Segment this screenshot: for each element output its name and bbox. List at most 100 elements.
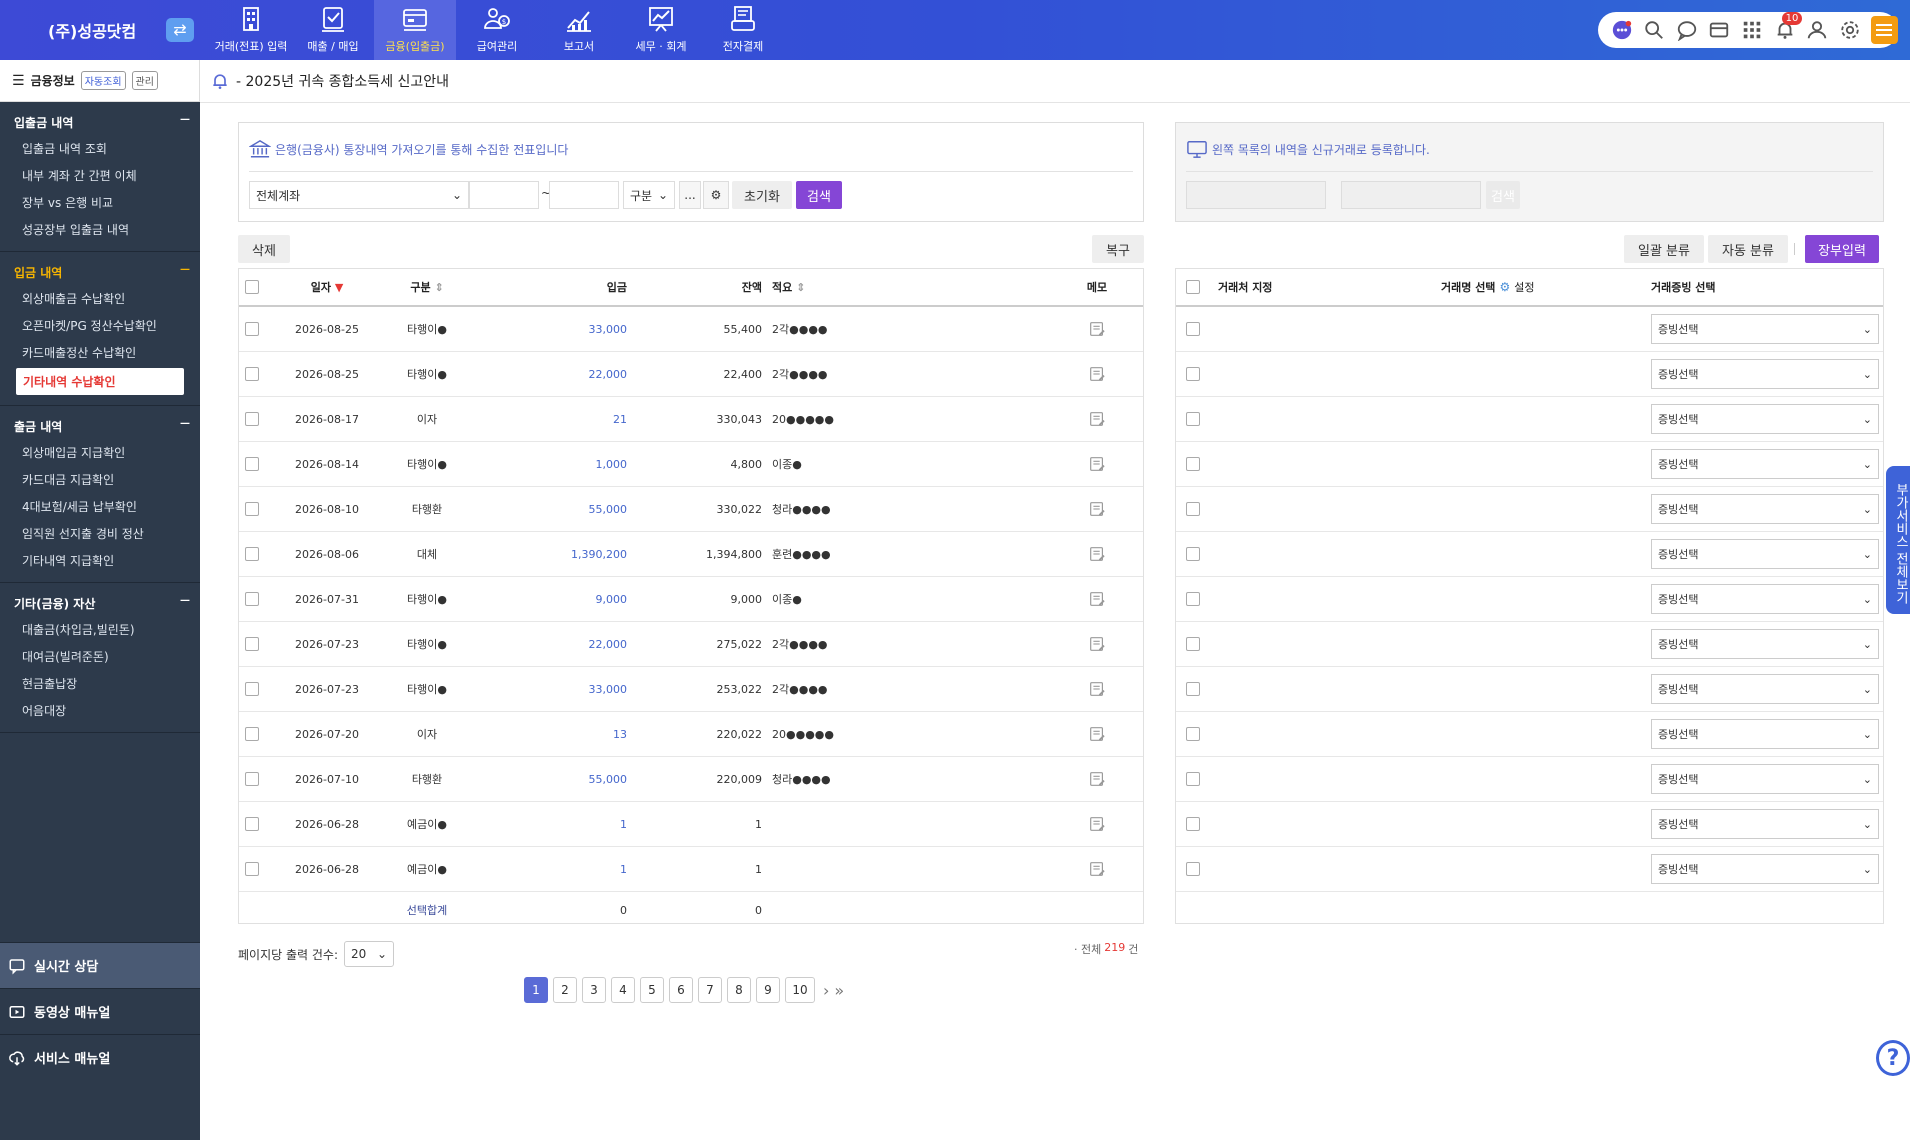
settings-gear-icon[interactable] [1838, 18, 1862, 42]
table-row[interactable]: 2026-07-31 타행이● 9,000 9,000 이종● [239, 577, 1143, 622]
row-checkbox[interactable] [245, 727, 259, 741]
page-5[interactable]: 5 [640, 977, 664, 1003]
nav-item-5[interactable]: 보고서 [538, 0, 620, 60]
live-chat-link[interactable]: 실시간 상담 [0, 942, 200, 988]
table-row[interactable]: 증빙선택 ⌄ [1176, 442, 1883, 487]
page-1[interactable]: 1 [524, 977, 548, 1003]
evidence-select[interactable]: 증빙선택 ⌄ [1651, 449, 1879, 479]
nav-item-6[interactable]: 세무 · 회계 [620, 0, 702, 60]
next-page-icon[interactable]: › [823, 977, 829, 1003]
table-row[interactable]: 2026-08-25 타행이● 22,000 22,400 2각●●●● [239, 352, 1143, 397]
settings-link[interactable]: 설정 [1514, 279, 1534, 295]
table-row[interactable]: 2026-07-23 타행이● 33,000 253,022 2각●●●● [239, 667, 1143, 712]
delete-button[interactable]: 삭제 [238, 235, 290, 263]
nav-item-7[interactable]: 전자결제 [702, 0, 784, 60]
page-6[interactable]: 6 [669, 977, 693, 1003]
auto-classify-button[interactable]: 자동 분류 [1708, 235, 1788, 263]
page-2[interactable]: 2 [553, 977, 577, 1003]
table-row[interactable]: 2026-08-10 타행환 55,000 330,022 청라●●●● [239, 487, 1143, 532]
row-checkbox[interactable] [245, 367, 259, 381]
video-manual-link[interactable]: 동영상 매뉴얼 [0, 988, 200, 1034]
row-checkbox[interactable] [1186, 727, 1200, 741]
sort-desc-icon[interactable]: ▼ [335, 281, 343, 294]
ledger-entry-button[interactable]: 장부입력 [1805, 235, 1879, 263]
nav-item-4[interactable]: $ 급여관리 [456, 0, 538, 60]
table-row[interactable]: 증빙선택 ⌄ [1176, 307, 1883, 352]
sidebar-section-title[interactable]: 입출금 내역 — [0, 110, 200, 135]
sidebar-item[interactable]: 장부 vs 은행 비교 [0, 189, 200, 216]
page-10[interactable]: 10 [785, 977, 815, 1003]
sidebar-item[interactable]: 외상매출금 수납확인 [0, 285, 200, 312]
evidence-select[interactable]: 증빙선택 ⌄ [1651, 404, 1879, 434]
sidebar-item[interactable]: 어음대장 [0, 697, 200, 724]
table-row[interactable]: 2026-07-23 타행이● 22,000 275,022 2각●●●● [239, 622, 1143, 667]
bell-icon[interactable]: 10 [1773, 12, 1803, 42]
select-all-checkbox[interactable] [245, 280, 259, 294]
table-row[interactable]: 2026-07-20 이자 13 220,022 20●●●●● [239, 712, 1143, 757]
service-manual-link[interactable]: 서비스 매뉴얼 [0, 1034, 200, 1080]
nav-item-1[interactable]: 거래(전표) 입력 [210, 0, 292, 60]
evidence-select[interactable]: 증빙선택 ⌄ [1651, 314, 1879, 344]
collapse-icon[interactable]: — [180, 595, 190, 612]
row-checkbox[interactable] [245, 862, 259, 876]
sidebar-item[interactable]: 오픈마켓/PG 정산수납확인 [0, 312, 200, 339]
row-checkbox[interactable] [245, 637, 259, 651]
desc-header[interactable]: 적요 ⇕ [762, 279, 1062, 295]
memo-edit-icon[interactable] [1062, 410, 1132, 428]
table-row[interactable]: 2026-08-17 이자 21 330,043 20●●●●● [239, 397, 1143, 442]
row-checkbox[interactable] [245, 817, 259, 831]
row-checkbox[interactable] [1186, 412, 1200, 426]
sidebar-item[interactable]: 기타내역 지급확인 [0, 547, 200, 574]
table-row[interactable]: 증빙선택 ⌄ [1176, 532, 1883, 577]
sidebar-item[interactable]: 대출금(차입금,빌린돈) [0, 616, 200, 643]
date-header[interactable]: 일자 ▼ [277, 279, 377, 295]
search-button[interactable]: 검색 [796, 181, 842, 209]
sidebar-item[interactable]: 대여금(빌려준돈) [0, 643, 200, 670]
row-checkbox[interactable] [245, 772, 259, 786]
sidebar-item[interactable]: 4대보험/세금 납부확인 [0, 493, 200, 520]
more-options-button[interactable]: ... [679, 181, 701, 209]
collapse-icon[interactable]: — [180, 264, 190, 281]
table-row[interactable]: 증빙선택 ⌄ [1176, 397, 1883, 442]
memo-edit-icon[interactable] [1062, 500, 1132, 518]
row-checkbox[interactable] [1186, 772, 1200, 786]
table-row[interactable]: 증빙선택 ⌄ [1176, 487, 1883, 532]
per-page-select[interactable]: 20 ⌄ [344, 941, 394, 967]
table-row[interactable]: 증빙선택 ⌄ [1176, 847, 1883, 892]
memo-edit-icon[interactable] [1062, 860, 1132, 878]
row-checkbox[interactable] [1186, 322, 1200, 336]
date-from-input[interactable] [469, 181, 539, 209]
nav-item-3[interactable]: 금융(입출금) [374, 0, 456, 60]
table-row[interactable]: 2026-08-25 타행이● 33,000 55,400 2각●●●● [239, 307, 1143, 352]
row-checkbox[interactable] [1186, 817, 1200, 831]
row-checkbox[interactable] [245, 592, 259, 606]
batch-classify-button[interactable]: 일괄 분류 [1624, 235, 1704, 263]
type-select[interactable]: 구분 ⌄ [623, 181, 675, 209]
page-3[interactable]: 3 [582, 977, 606, 1003]
table-row[interactable]: 증빙선택 ⌄ [1176, 352, 1883, 397]
table-row[interactable]: 증빙선택 ⌄ [1176, 577, 1883, 622]
page-8[interactable]: 8 [727, 977, 751, 1003]
row-checkbox[interactable] [245, 502, 259, 516]
chat-bot-icon[interactable] [1610, 18, 1634, 42]
evidence-select[interactable]: 증빙선택 ⌄ [1651, 674, 1879, 704]
sidebar-section-title[interactable]: 기타(금융) 자산 — [0, 591, 200, 616]
help-icon[interactable]: ? [1876, 1040, 1910, 1076]
table-row[interactable]: 증빙선택 ⌄ [1176, 712, 1883, 757]
page-9[interactable]: 9 [756, 977, 780, 1003]
table-row[interactable]: 2026-08-14 타행이● 1,000 4,800 이종● [239, 442, 1143, 487]
account-select[interactable]: 전체계좌 ⌄ [249, 181, 469, 209]
row-checkbox[interactable] [245, 457, 259, 471]
memo-edit-icon[interactable] [1062, 320, 1132, 338]
sidebar-item[interactable]: 카드대금 지급확인 [0, 466, 200, 493]
row-checkbox[interactable] [245, 412, 259, 426]
reset-button[interactable]: 초기화 [732, 181, 792, 209]
date-to-input[interactable] [549, 181, 619, 209]
sidebar-section-title[interactable]: 입금 내역 — [0, 260, 200, 285]
switch-company-icon[interactable]: ⇄ [166, 18, 194, 42]
sidebar-item[interactable]: 성공장부 입출금 내역 [0, 216, 200, 243]
memo-edit-icon[interactable] [1062, 680, 1132, 698]
page-4[interactable]: 4 [611, 977, 635, 1003]
nav-item-2[interactable]: 매출 / 매입 [292, 0, 374, 60]
table-row[interactable]: 2026-06-28 예금이● 1 1 [239, 802, 1143, 847]
